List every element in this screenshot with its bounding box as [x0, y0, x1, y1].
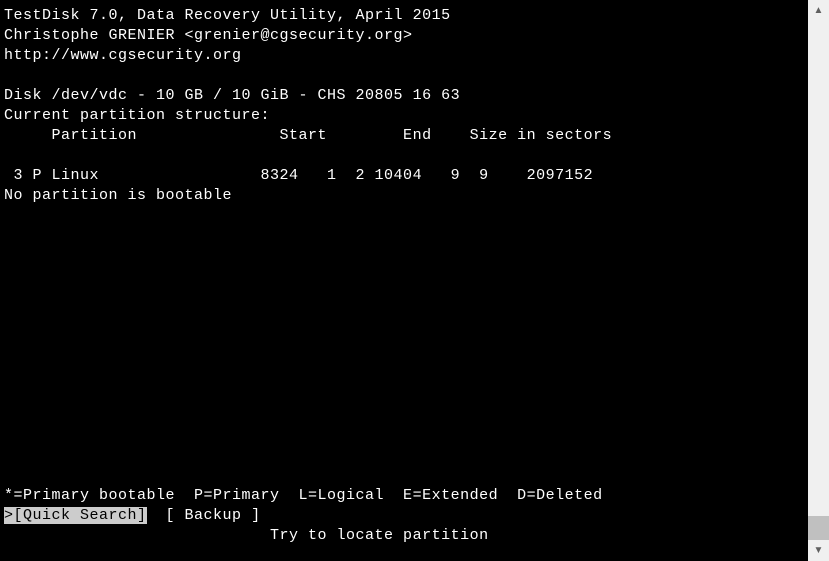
menu-prefix: > [4, 507, 14, 524]
url-line: http://www.cgsecurity.org [4, 47, 242, 64]
scrollbar-down-button[interactable]: ▼ [808, 540, 829, 561]
columns-header: Partition Start End Size in sectors [4, 127, 612, 144]
structure-label: Current partition structure: [4, 107, 270, 124]
backup-menu-item[interactable]: [ Backup ] [147, 507, 261, 524]
scrollbar-thumb[interactable] [808, 516, 829, 540]
disk-info: Disk /dev/vdc - 10 GB / 10 GiB - CHS 208… [4, 87, 460, 104]
app-title: TestDisk 7.0, Data Recovery Utility, Apr… [4, 7, 451, 24]
chevron-up-icon: ▲ [814, 5, 824, 16]
terminal-output: TestDisk 7.0, Data Recovery Utility, Apr… [0, 0, 808, 561]
bootable-warning: No partition is bootable [4, 187, 232, 204]
partition-row: 3 P Linux 8324 1 2 10404 9 9 2097152 [4, 167, 593, 184]
hint-line: Try to locate partition [4, 527, 489, 544]
chevron-down-icon: ▼ [814, 545, 824, 556]
legend-line: *=Primary bootable P=Primary L=Logical E… [4, 487, 603, 504]
scrollbar-up-button[interactable]: ▲ [808, 0, 829, 21]
author-line: Christophe GRENIER <grenier@cgsecurity.o… [4, 27, 413, 44]
quick-search-menu-item[interactable]: [Quick Search] [14, 507, 147, 524]
scrollbar-track[interactable]: ▲ ▼ [808, 0, 829, 561]
